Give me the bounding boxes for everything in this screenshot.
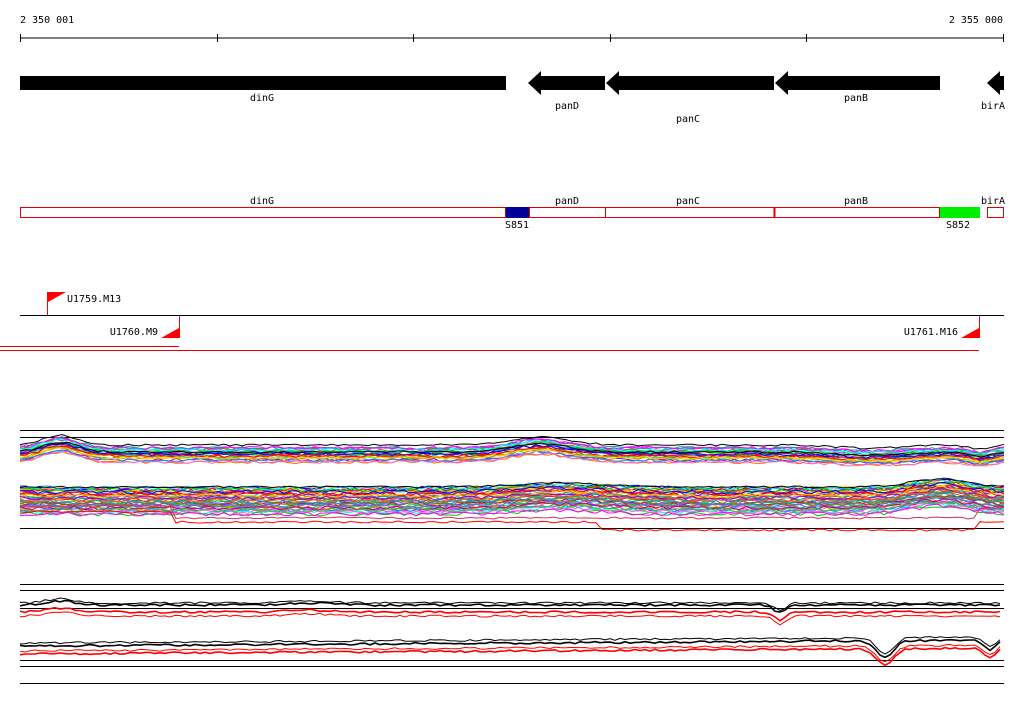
ruler-start-label: 2 350 001	[20, 15, 74, 26]
gene-label-birA: birA	[981, 101, 1005, 112]
coordinate-ruler: 2 350 001 2 355 000	[20, 15, 1004, 42]
marker-S852[interactable]	[940, 207, 980, 218]
gene-arrow-track: dinG panD panC panB birA	[20, 71, 1005, 125]
genome-browser-view: 2 350 001 2 355 000 dinG panD panC panB …	[0, 0, 1024, 714]
gene-label-panC: panC	[676, 114, 700, 125]
marker-label-S852: S852	[946, 220, 970, 231]
feature-label-dinG: dinG	[250, 196, 274, 207]
expression-panel-summary	[19, 584, 1004, 684]
ruler-end-label: 2 355 000	[949, 15, 1003, 26]
gene-arrow-panB[interactable]	[775, 71, 940, 95]
panel1-trace-group	[19, 433, 1005, 532]
feature-box-dinG[interactable]	[20, 207, 506, 218]
feature-box-panD[interactable]	[529, 207, 606, 218]
probe-track: U1759.M13 U1760.M9 U1761.M16	[0, 292, 1004, 351]
trace-line	[19, 606, 1001, 622]
gene-arrow-panC[interactable]	[606, 71, 774, 95]
marker-S851[interactable]	[506, 207, 529, 218]
probe-flag-U1760[interactable]	[161, 328, 179, 338]
gene-arrow-birA[interactable]	[987, 71, 1004, 95]
probe-label-U1761: U1761.M16	[904, 327, 958, 338]
probe-flag-U1761[interactable]	[961, 328, 979, 338]
probe-flag-U1759[interactable]	[48, 292, 66, 302]
marker-label-S851: S851	[505, 220, 529, 231]
genome-track-canvas: 2 350 001 2 355 000 dinG panD panC panB …	[0, 15, 1005, 684]
feature-box-birA[interactable]	[987, 207, 1004, 218]
feature-label-birA: birA	[981, 196, 1005, 207]
probe-label-U1759: U1759.M13	[67, 294, 121, 305]
feature-label-panC: panC	[676, 196, 700, 207]
feature-box-panC[interactable]	[605, 207, 775, 218]
feature-label-panD: panD	[555, 196, 579, 207]
gene-arrow-dinG[interactable]	[20, 76, 506, 90]
feature-label-panB: panB	[844, 196, 868, 207]
probe-label-U1760: U1760.M9	[110, 327, 158, 338]
expression-panel-multicolor	[19, 430, 1005, 532]
gene-label-dinG: dinG	[250, 93, 274, 104]
trace-line	[19, 611, 1001, 626]
feature-box-track: dinG panD panC panB birA S851 S852	[20, 196, 1005, 231]
gene-label-panB: panB	[844, 93, 868, 104]
feature-box-panB[interactable]	[774, 207, 940, 218]
gene-arrow-panD[interactable]	[528, 71, 605, 95]
gene-label-panD: panD	[555, 101, 579, 112]
